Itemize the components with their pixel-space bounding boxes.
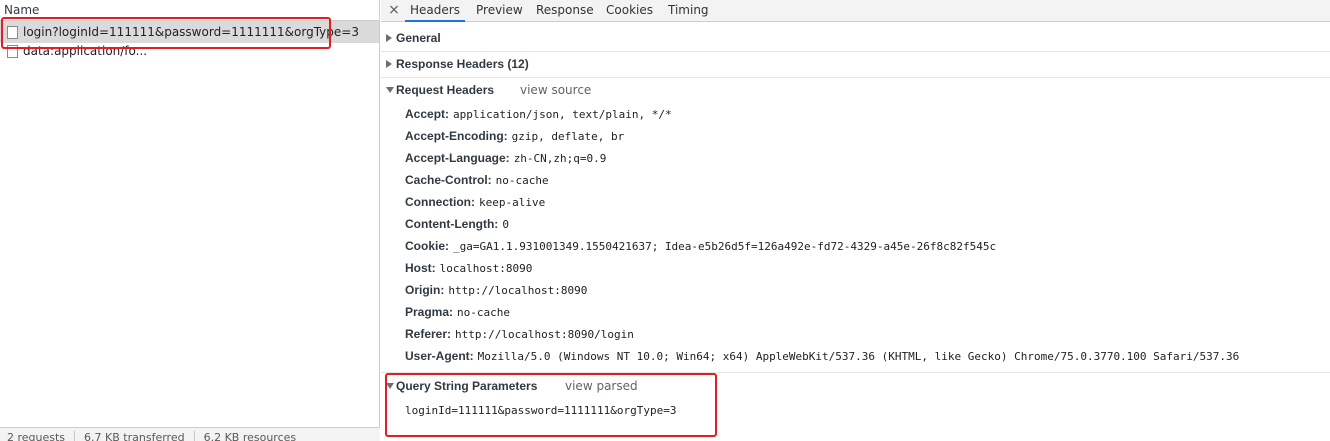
header-name: Content-Length: (405, 217, 499, 231)
request-name: data:application/fo... (23, 44, 148, 58)
tab-response[interactable]: Response (536, 0, 594, 22)
header-value: zh-CN,zh;q=0.9 (513, 152, 607, 165)
section-general[interactable]: General (396, 31, 441, 45)
header-value: http://localhost:8090/login (455, 328, 634, 341)
tab-headers[interactable]: Headers (405, 0, 465, 22)
tab-preview[interactable]: Preview (476, 0, 523, 22)
query-string-value: loginId=111111&password=1111111&orgType=… (405, 404, 677, 417)
request-row-data[interactable]: data:application/fo... (0, 43, 379, 61)
request-details-panel: × Headers Preview Response Cookies Timin… (381, 0, 1330, 441)
header-row-accept-language: Accept-Language: zh-CN,zh;q=0.9 (405, 151, 606, 165)
section-divider (381, 51, 1330, 52)
header-value: _ga=GA1.1.931001349.1550421637; Idea-e5b… (453, 240, 997, 253)
header-name: Cookie: (405, 239, 450, 253)
section-divider (381, 77, 1330, 78)
header-row-cache-control: Cache-Control: no-cache (405, 173, 549, 187)
expand-triangle-icon[interactable] (386, 60, 392, 68)
network-request-list: Name login?loginId=111111&password=11111… (0, 0, 380, 441)
header-value: gzip, deflate, br (511, 130, 625, 143)
expand-triangle-icon[interactable] (386, 34, 392, 42)
header-name: Referer: (405, 327, 452, 341)
header-row-accept-encoding: Accept-Encoding: gzip, deflate, br (405, 129, 624, 143)
header-value: no-cache (457, 306, 511, 319)
header-row-accept: Accept: application/json, text/plain, */* (405, 107, 672, 121)
header-value: http://localhost:8090 (448, 284, 588, 297)
document-icon (7, 26, 18, 39)
status-divider (74, 431, 76, 441)
header-value: keep-alive (479, 196, 546, 209)
details-tab-bar: × Headers Preview Response Cookies Timin… (381, 0, 1330, 22)
status-divider (193, 431, 195, 441)
name-column-header[interactable]: Name (0, 0, 379, 21)
header-row-connection: Connection: keep-alive (405, 195, 545, 209)
header-value: Mozilla/5.0 (Windows NT 10.0; Win64; x64… (477, 350, 1240, 363)
header-row-origin: Origin: http://localhost:8090 (405, 283, 587, 297)
section-query-string-parameters[interactable]: Query String Parameters (396, 379, 537, 393)
request-count: 2 requests (7, 431, 66, 441)
header-name: Accept: (405, 107, 450, 121)
header-name: User-Agent: (405, 349, 474, 363)
close-icon[interactable]: × (387, 1, 401, 21)
document-icon (7, 45, 18, 58)
request-name: login?loginId=111111&password=1111111&or… (23, 25, 359, 39)
header-row-user-agent: User-Agent: Mozilla/5.0 (Windows NT 10.0;… (405, 349, 1239, 363)
header-row-content-length: Content-Length: 0 (405, 217, 509, 231)
tab-timing[interactable]: Timing (668, 0, 709, 22)
view-source-link[interactable]: view source (520, 83, 591, 97)
request-row-login[interactable]: login?loginId=111111&password=1111111&or… (0, 21, 379, 43)
section-divider (381, 372, 1330, 373)
header-name: Accept-Language: (405, 151, 510, 165)
network-status-bar: 2 requests 6.7 KB transferred 6.2 KB resou… (0, 427, 380, 441)
header-name: Origin: (405, 283, 445, 297)
header-row-pragma: Pragma: no-cache (405, 305, 510, 319)
section-response-headers[interactable]: Response Headers (12) (396, 57, 529, 71)
view-parsed-link[interactable]: view parsed (565, 379, 638, 393)
resources-size: 6.2 KB resources (203, 431, 297, 441)
collapse-triangle-icon[interactable] (386, 87, 394, 93)
header-value: no-cache (495, 174, 549, 187)
collapse-triangle-icon[interactable] (386, 383, 394, 389)
header-name: Accept-Encoding: (405, 129, 508, 143)
transferred-size: 6.7 KB transferred (84, 431, 185, 441)
header-value: 0 (502, 218, 509, 231)
header-value: localhost:8090 (439, 262, 533, 275)
header-name: Connection: (405, 195, 475, 209)
header-row-cookie: Cookie: _ga=GA1.1.931001349.1550421637; I… (405, 239, 996, 253)
tab-cookies[interactable]: Cookies (606, 0, 653, 22)
header-name: Host: (405, 261, 436, 275)
header-row-referer: Referer: http://localhost:8090/login (405, 327, 634, 341)
header-value: application/json, text/plain, */* (453, 108, 672, 121)
header-row-host: Host: localhost:8090 (405, 261, 532, 275)
section-request-headers[interactable]: Request Headers (396, 83, 494, 97)
header-name: Cache-Control: (405, 173, 492, 187)
header-name: Pragma: (405, 305, 454, 319)
